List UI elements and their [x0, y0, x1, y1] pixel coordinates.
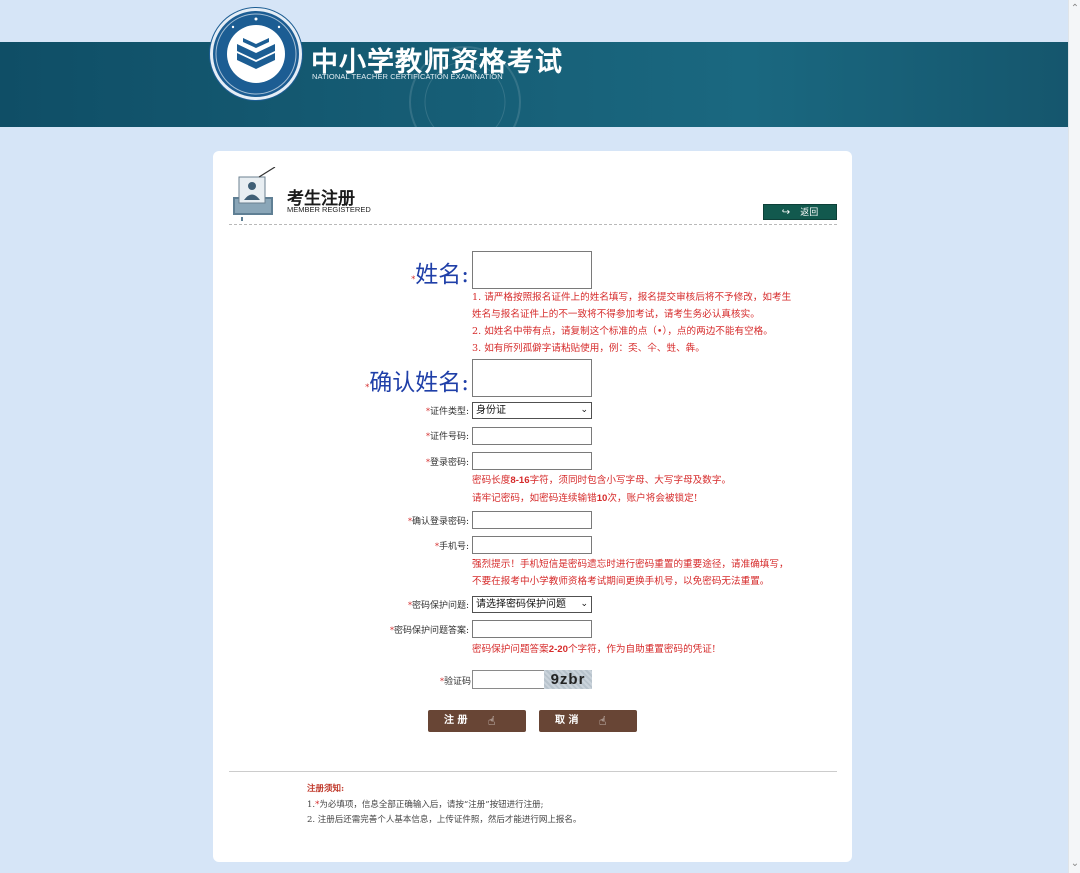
phone-hint-2: 不要在报考中小学教师资格考试期间更换手机号，以免密码无法重置。	[472, 576, 770, 587]
name-hint-1: 1. 请严格按照报名证件上的姓名填写，报名提交审核后将不予修改，如考生	[472, 292, 792, 303]
security-question-label: *密码保护问题:	[407, 601, 469, 611]
id-type-label: *证件类型:	[425, 407, 469, 417]
notice-line-1: 1.*为必填项，信息全部正确输入后，请按“注册”按钮进行注册;	[307, 800, 544, 810]
pointer-hand-icon: ☝	[488, 714, 496, 728]
captcha-image[interactable]: 9zbr	[544, 670, 592, 689]
security-answer-input[interactable]	[472, 620, 592, 638]
notice-title: 注册须知:	[307, 784, 345, 794]
password-hint-2: 请牢记密码，如密码连续输错10次，账户将会被锁定!	[472, 493, 698, 504]
register-button[interactable]: 注 册 ☝	[428, 710, 526, 732]
phone-hint-1: 强烈提示！手机短信是密码遗忘时进行密码重置的重要途径，请准确填写，	[472, 559, 789, 570]
footer-divider	[229, 771, 837, 772]
back-arrow-icon: ↪	[781, 207, 791, 218]
name-hint-4: 3. 如有所列孤僻字请粘贴使用，例：奀、仐、甡、犇。	[472, 343, 705, 354]
confirm-name-input[interactable]	[472, 359, 592, 397]
security-question-select[interactable]: 请选择密码保护问题 ⌄	[472, 596, 592, 613]
register-button-label: 注 册	[444, 715, 468, 726]
notice-line-2: 2. 注册后还需完善个人基本信息，上传证件照，然后才能进行网上报名。	[307, 815, 582, 825]
back-button-label: 返回	[800, 208, 819, 218]
name-hint-2: 姓名与报名证件上的不一致将不得参加考试，请考生务必认真核实。	[472, 309, 760, 320]
exam-logo-icon	[210, 8, 302, 100]
chevron-down-icon: ⌄	[580, 599, 588, 609]
phone-input[interactable]	[472, 536, 592, 554]
password-hint-1: 密码长度8-16字符，须同时包含小写字母、大写字母及数字。	[472, 475, 732, 486]
name-input[interactable]	[472, 251, 592, 289]
page-scrollbar[interactable]: ⌃ ⌄	[1068, 0, 1080, 873]
security-question-value: 请选择密码保护问题	[476, 599, 566, 610]
captcha-label: *验证码	[439, 677, 471, 687]
confirm-password-input[interactable]	[472, 511, 592, 529]
chevron-down-icon: ⌄	[580, 405, 588, 415]
header-divider	[229, 224, 837, 225]
registration-panel: 考生注册 MEMBER REGISTERED ↪ 返回 *姓名: 1. 请严格按照…	[213, 151, 852, 862]
password-input[interactable]	[472, 452, 592, 470]
id-number-label: *证件号码:	[425, 432, 469, 442]
registration-icon	[233, 167, 276, 221]
back-button[interactable]: ↪ 返回	[763, 204, 837, 220]
id-number-input[interactable]	[472, 427, 592, 445]
panel-subtitle: MEMBER REGISTERED	[287, 205, 371, 214]
name-label: *姓名:	[411, 262, 469, 288]
security-answer-hint: 密码保护问题答案2-20个字符，作为自助重置密码的凭证!	[472, 644, 716, 655]
pointer-hand-icon: ☝	[599, 714, 607, 728]
confirm-password-label: *确认登录密码:	[407, 517, 469, 527]
cancel-button[interactable]: 取 消 ☝	[539, 710, 637, 732]
cancel-button-label: 取 消	[555, 715, 579, 726]
security-answer-label: *密码保护问题答案:	[389, 626, 469, 636]
confirm-name-label: *确认姓名:	[365, 370, 469, 396]
name-hint-3: 2. 如姓名中带有点，请复制这个标准的点（•），点的两边不能有空格。	[472, 326, 773, 337]
phone-label: *手机号:	[434, 542, 469, 552]
id-type-select[interactable]: 身份证 ⌄	[472, 402, 592, 419]
scroll-down-arrow-icon[interactable]: ⌄	[1069, 857, 1080, 871]
scroll-up-arrow-icon[interactable]: ⌃	[1069, 2, 1080, 16]
site-subtitle: NATIONAL TEACHER CERTIFICATION EXAMINATI…	[312, 72, 503, 81]
password-label: *登录密码:	[425, 458, 469, 468]
id-type-value: 身份证	[476, 405, 506, 416]
